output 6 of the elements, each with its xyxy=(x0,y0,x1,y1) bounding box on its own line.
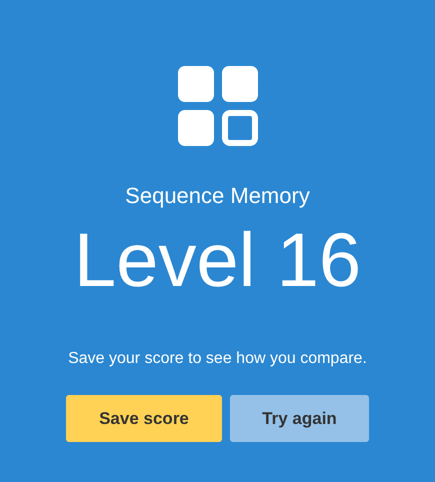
message-text: Save your score to see how you compare. xyxy=(68,349,367,370)
level-result: Level 16 xyxy=(74,223,362,300)
save-button[interactable]: Save score xyxy=(66,395,222,442)
retry-button[interactable]: Try again xyxy=(230,395,369,442)
grid-icon xyxy=(178,66,258,146)
game-title: Sequence Memory xyxy=(125,183,310,210)
